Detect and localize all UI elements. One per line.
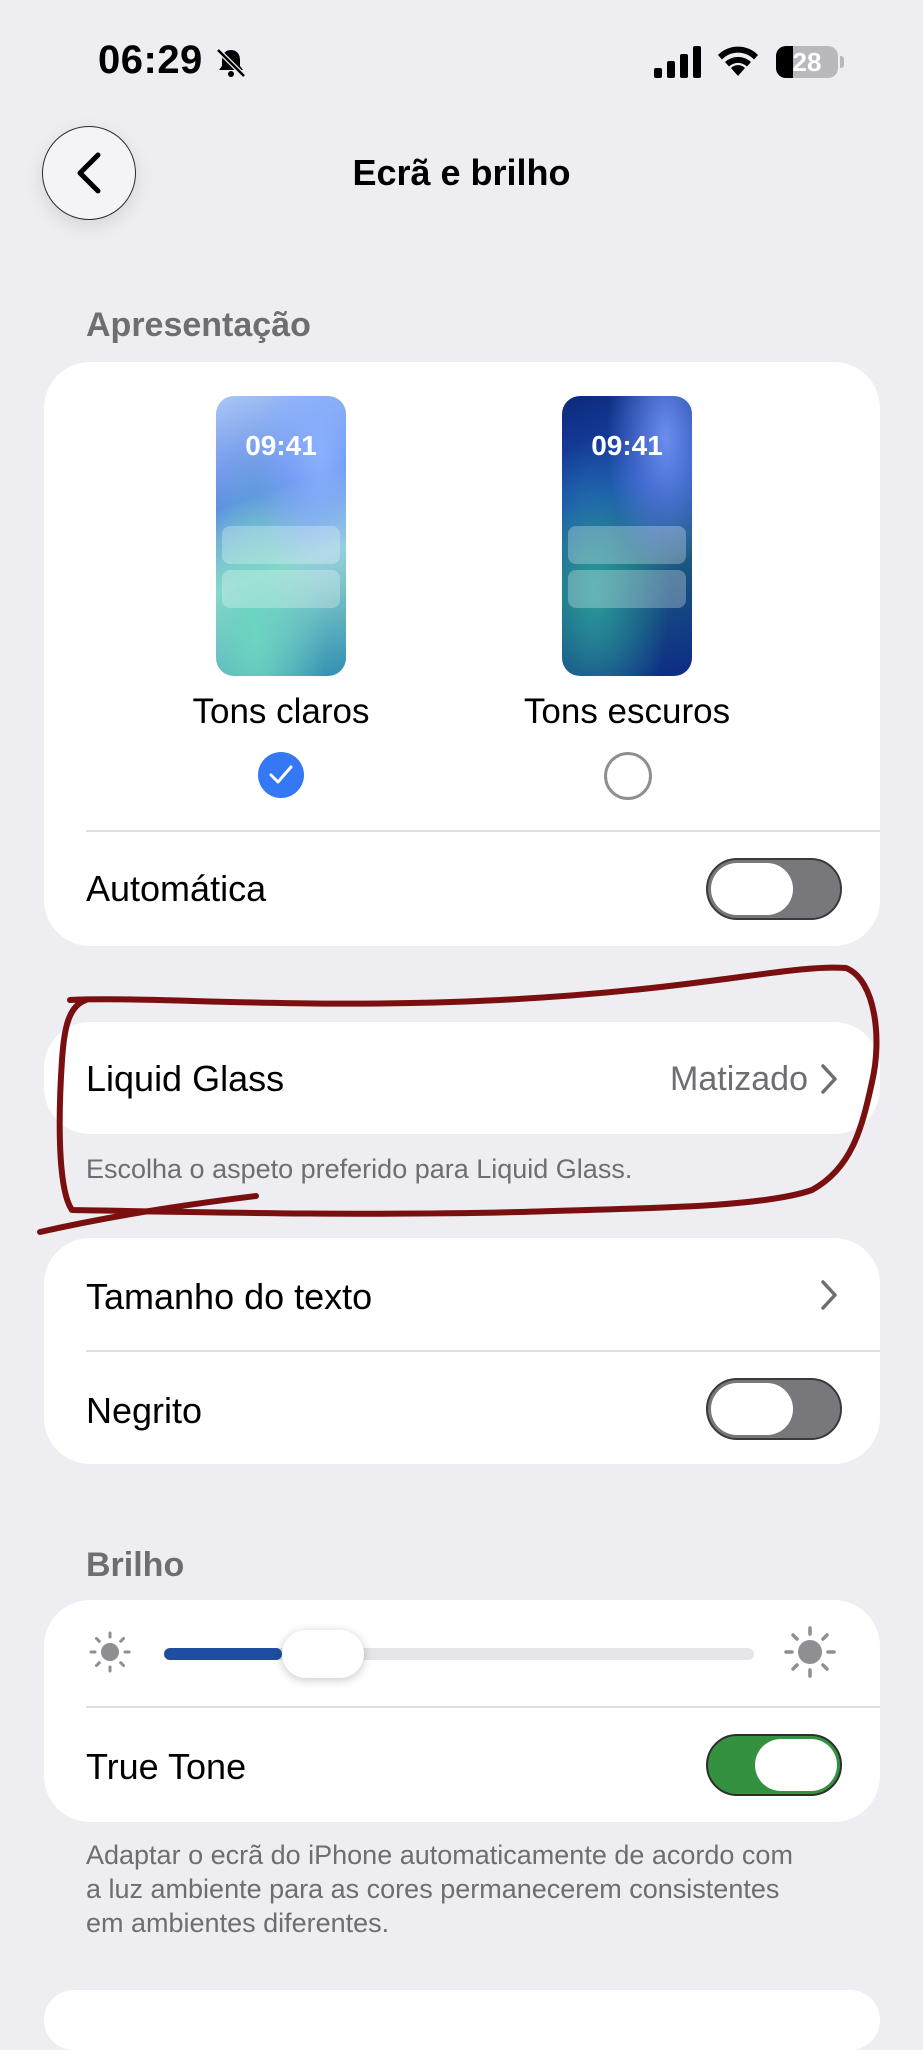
- dark-mode-preview[interactable]: 09:41: [562, 396, 692, 676]
- true-tone-label: True Tone: [86, 1746, 247, 1787]
- toggle-knob: [711, 863, 793, 915]
- light-mode-label: Tons claros: [192, 692, 370, 731]
- liquid-glass-footnote: Escolha o aspeto preferido para Liquid G…: [86, 1154, 633, 1184]
- preview-widget: [222, 526, 340, 564]
- battery-cap: [840, 56, 844, 68]
- chevron-right-icon: [821, 1280, 837, 1310]
- divider: [86, 1706, 880, 1708]
- preview-widget: [568, 570, 686, 608]
- brightness-slider[interactable]: [164, 1648, 754, 1660]
- preview-time: 09:41: [245, 430, 317, 461]
- dark-mode-radio[interactable]: [604, 752, 652, 800]
- liquid-glass-value: Matizado: [670, 1060, 808, 1098]
- toggle-knob: [755, 1739, 837, 1791]
- text-size-row[interactable]: Tamanho do texto: [44, 1238, 880, 1350]
- liquid-glass-label: Liquid Glass: [86, 1058, 285, 1099]
- sun-small-icon: [89, 1631, 131, 1673]
- dark-mode-label: Tons escuros: [523, 692, 731, 731]
- true-tone-toggle[interactable]: [706, 1734, 842, 1796]
- wifi-icon: [718, 46, 758, 76]
- sun-large-icon: [784, 1626, 836, 1678]
- chevron-right-icon: [821, 1064, 837, 1094]
- divider: [86, 1350, 880, 1352]
- divider: [86, 830, 880, 832]
- slider-thumb[interactable]: [282, 1630, 364, 1678]
- liquid-glass-row[interactable]: Liquid Glass Matizado: [44, 1022, 880, 1134]
- bold-toggle[interactable]: [706, 1378, 842, 1440]
- brightness-card: True Tone: [44, 1600, 880, 1822]
- preview-time: 09:41: [591, 430, 663, 461]
- text-size-label: Tamanho do texto: [86, 1276, 373, 1317]
- bell-slash-icon: [216, 48, 246, 78]
- automatic-label: Automática: [86, 868, 267, 909]
- appearance-card: 09:41 09:41 Tons claros Tons escuros Aut…: [44, 362, 880, 946]
- text-settings-card: Tamanho do texto Negrito: [44, 1238, 880, 1464]
- automatic-toggle[interactable]: [706, 858, 842, 920]
- preview-widget: [568, 526, 686, 564]
- signal-icon: [654, 46, 701, 78]
- slider-fill: [164, 1648, 282, 1660]
- battery-level: 28: [792, 47, 822, 77]
- brightness-footnote: Adaptar o ecrã do iPhone automaticamente…: [86, 1840, 793, 1938]
- bold-label: Negrito: [86, 1390, 203, 1431]
- battery-icon: 28: [776, 46, 838, 78]
- status-time: 06:29: [98, 38, 203, 82]
- light-mode-preview[interactable]: 09:41: [216, 396, 346, 676]
- checkmark-icon: [269, 765, 293, 784]
- section-header-brightness: Brilho: [86, 1546, 185, 1584]
- section-header-appearance: Apresentação: [86, 306, 311, 344]
- light-mode-radio[interactable]: [258, 752, 304, 798]
- page-title: Ecrã e brilho: [352, 152, 571, 193]
- next-card: [44, 1990, 880, 2050]
- preview-widget: [222, 570, 340, 608]
- toggle-knob: [711, 1383, 793, 1435]
